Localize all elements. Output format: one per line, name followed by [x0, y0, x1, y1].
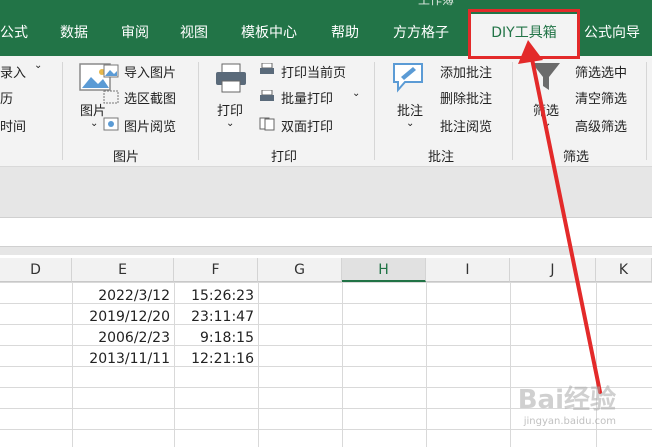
watermark-url: jingyan.baidu.com — [523, 416, 616, 427]
watermark-brand: Bai经验 — [517, 385, 616, 415]
watermark-logo: Bai经验 jingyan.baidu.com — [518, 379, 616, 427]
